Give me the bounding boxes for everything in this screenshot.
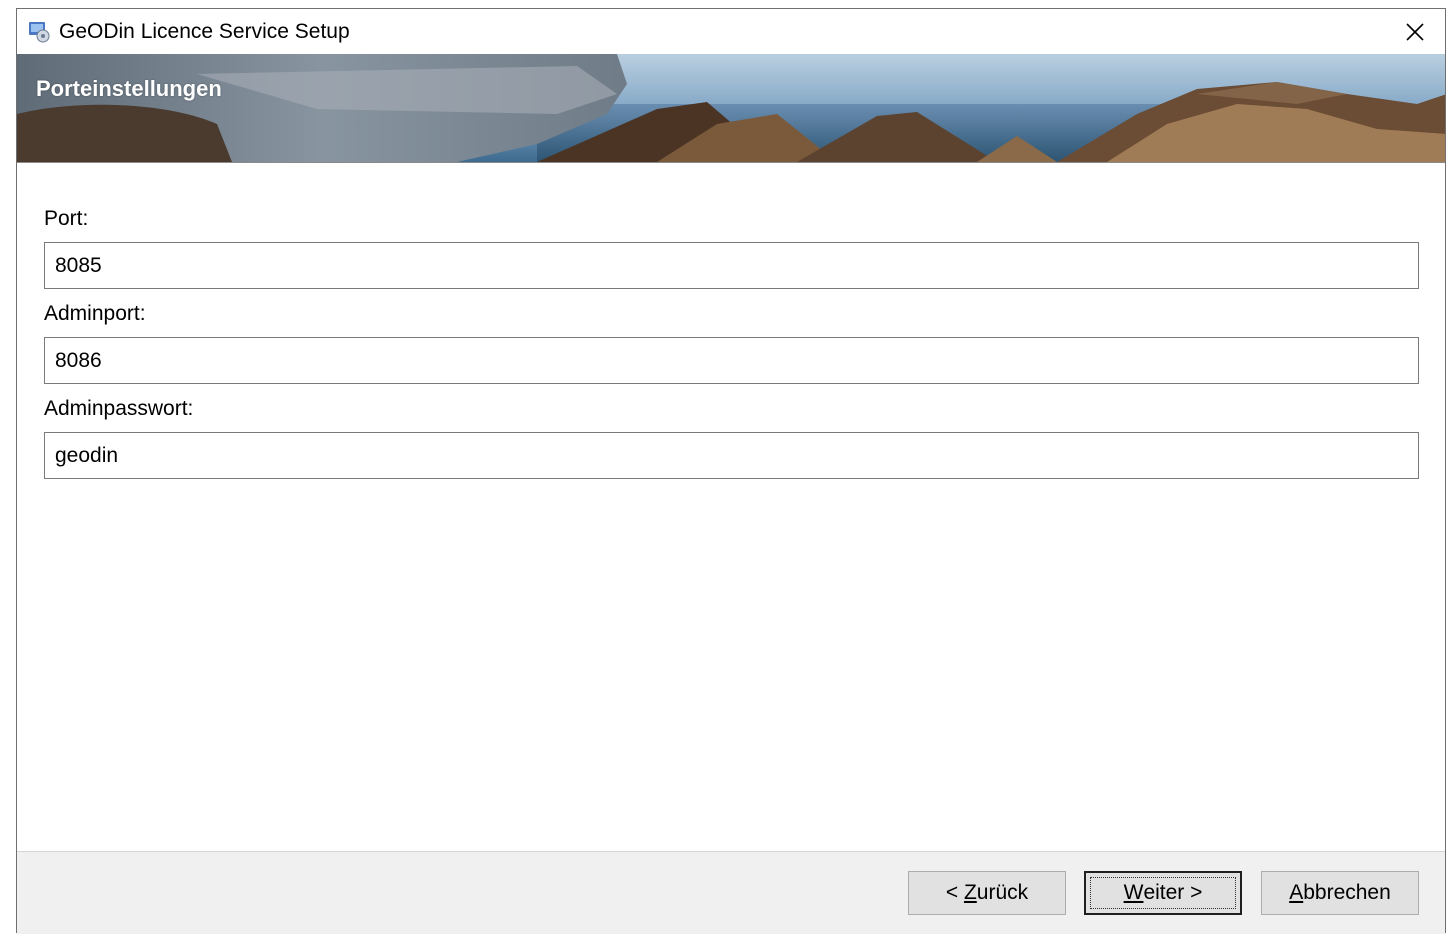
cancel-button[interactable]: Abbrechen <box>1261 871 1419 915</box>
close-icon <box>1406 23 1424 41</box>
page-title: Porteinstellungen <box>36 76 222 101</box>
adminpassword-label: Adminpasswort: <box>44 397 194 420</box>
landscape-banner-image <box>17 54 1445 162</box>
installer-icon <box>27 19 51 43</box>
port-label: Port: <box>44 207 89 230</box>
form-area: Port: Adminport: Adminpasswort: <box>17 163 1445 851</box>
back-button-label: urück <box>976 881 1029 904</box>
button-bar: < Zurück Weiter > Abbrechen <box>17 851 1445 934</box>
port-input[interactable] <box>44 242 1419 289</box>
cancel-button-accel: A <box>1289 881 1304 904</box>
next-button[interactable]: Weiter > <box>1084 871 1242 915</box>
back-button-prefix: < <box>945 881 964 904</box>
title-bar: GeODin Licence Service Setup <box>17 9 1445 54</box>
back-button[interactable]: < Zurück <box>908 871 1066 915</box>
close-button[interactable] <box>1395 15 1435 49</box>
adminport-input[interactable] <box>44 337 1419 384</box>
header-banner: Porteinstellungen <box>17 54 1445 163</box>
setup-window: GeODin Licence Service Setup Porteinstel… <box>16 8 1446 934</box>
window-title: GeODin Licence Service Setup <box>59 20 350 43</box>
adminpassword-input[interactable] <box>44 432 1419 479</box>
adminport-label: Adminport: <box>44 302 146 325</box>
back-button-accel: Z <box>963 881 977 904</box>
focus-ring <box>1090 877 1236 909</box>
cancel-button-label: bbrechen <box>1303 881 1391 904</box>
